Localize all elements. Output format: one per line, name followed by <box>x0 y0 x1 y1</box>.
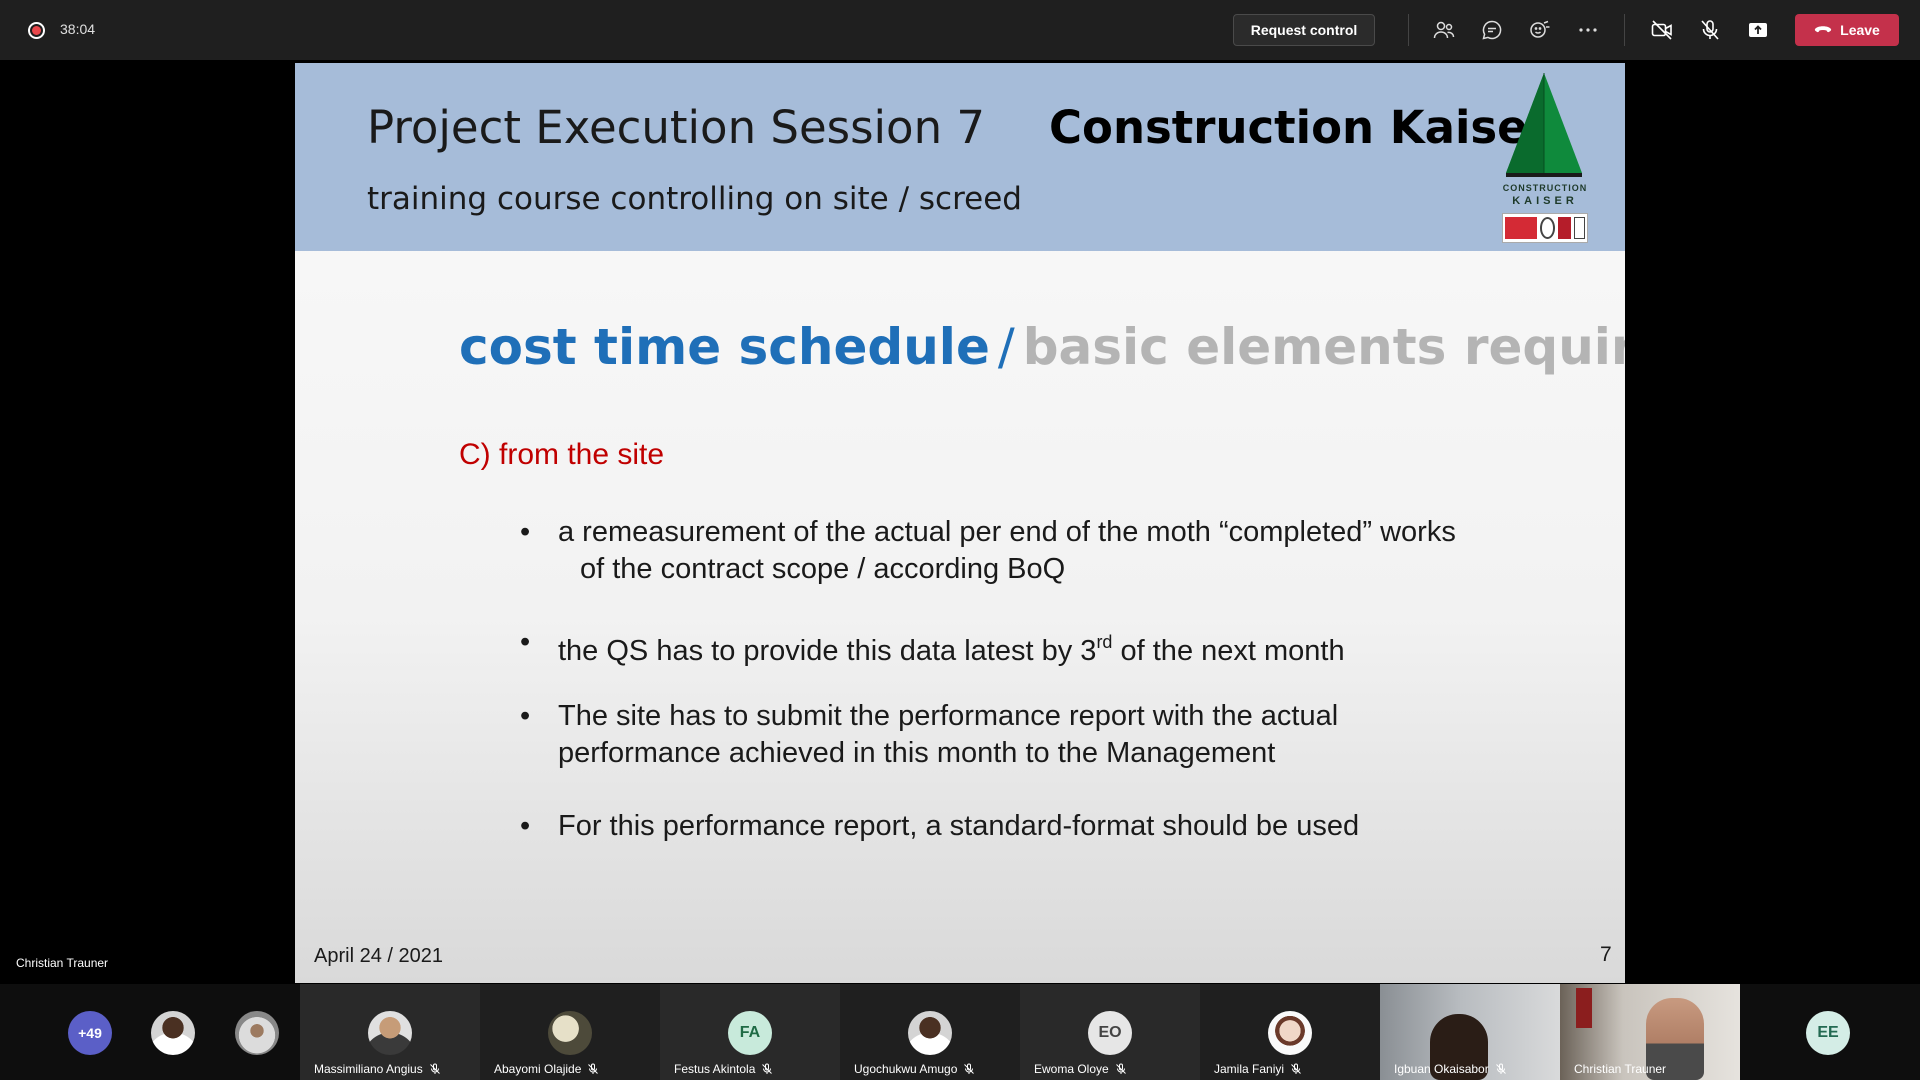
slide-heading: cost time schedule / basic elements requir… <box>459 318 1625 376</box>
presenter-name-label: Christian Trauner <box>16 956 109 970</box>
mic-muted-icon <box>1291 1063 1301 1074</box>
bullet-text: For this performance report, a standard-… <box>558 810 1360 842</box>
participant-tile[interactable]: Ugochukwu Amugo <box>840 984 1020 1080</box>
bullet-text: The site has to submit the performance r… <box>558 700 1339 732</box>
participant-name: Ewoma Oloye <box>1034 1062 1109 1076</box>
avatar-initials[interactable]: EE <box>1806 1011 1850 1055</box>
avatar[interactable] <box>235 1011 279 1055</box>
participant-tile[interactable]: FA Festus Akintola <box>660 984 840 1080</box>
mic-muted-icon <box>964 1063 975 1074</box>
toolbar-divider <box>1408 14 1409 46</box>
chat-icon[interactable] <box>1478 16 1506 44</box>
avatar-initials: FA <box>728 1011 772 1055</box>
participants-icon[interactable] <box>1430 16 1458 44</box>
section-label: C) from the site <box>459 438 665 471</box>
presentation-slide: Project Execution Session 7 Construction… <box>295 63 1625 983</box>
bullet-marker: • <box>520 810 531 842</box>
camera-off-icon[interactable] <box>1648 16 1676 44</box>
video-background-object <box>1576 988 1592 1028</box>
participant-tile[interactable]: EO Ewoma Oloye <box>1020 984 1200 1080</box>
heading-separator: / <box>997 318 1015 376</box>
bullet-text: the QS has to provide this data latest b… <box>558 632 1345 667</box>
participant-video-tile[interactable]: Christian Trauner <box>1560 984 1740 1080</box>
certification-badges <box>1502 213 1588 243</box>
logo-text-kaiser: KAISER <box>1512 195 1578 207</box>
participant-name: Jamila Faniyi <box>1214 1062 1285 1076</box>
overflow-participants-button[interactable]: +49 <box>68 1011 112 1055</box>
company-logo: CONSTRUCTION KAISER <box>1500 71 1590 246</box>
bullet-marker: • <box>520 626 531 658</box>
bullet-marker: • <box>520 700 531 732</box>
mic-muted-icon <box>429 1063 440 1074</box>
shared-content-stage: Project Execution Session 7 Construction… <box>0 60 1920 984</box>
toolbar-divider <box>1624 14 1625 46</box>
heading-main: cost time schedule <box>459 318 990 376</box>
meeting-timer: 38:04 <box>60 21 96 37</box>
participant-name: Festus Akintola <box>674 1062 756 1076</box>
session-title: Project Execution Session 7 <box>367 101 986 154</box>
participant-tile[interactable]: Abayomi Olajide <box>480 984 660 1080</box>
avatar-initials: EO <box>1088 1011 1132 1055</box>
company-name: Construction Kaiser <box>1049 101 1550 154</box>
slide-page-number: 7 <box>1600 943 1612 966</box>
tree-logo-icon <box>1506 73 1582 177</box>
participant-tile[interactable]: Jamila Faniyi <box>1200 984 1380 1080</box>
logo-text-construction: CONSTRUCTION <box>1502 183 1588 193</box>
avatar <box>1268 1011 1312 1055</box>
slide-date: April 24 / 2021 <box>314 945 443 967</box>
avatar <box>368 1011 412 1055</box>
bullet-text-cont: of the contract scope / according BoQ <box>580 553 1066 585</box>
recording-icon <box>28 22 45 39</box>
participant-name: Massimiliano Angius <box>314 1062 423 1076</box>
heading-secondary: basic elements required <box>1022 318 1625 376</box>
mic-muted-icon <box>762 1063 773 1074</box>
bullet-text-cont: performance achieved in this month to th… <box>558 737 1276 769</box>
meeting-toolbar: 38:04 Request control Leave <box>0 0 1920 60</box>
participant-name: Ugochukwu Amugo <box>854 1062 958 1076</box>
mic-muted-icon <box>1115 1063 1126 1074</box>
session-subtitle: training course controlling on site / sc… <box>367 181 1022 217</box>
participant-name: Christian Trauner <box>1574 1062 1667 1076</box>
mic-muted-icon <box>588 1063 599 1074</box>
avatar <box>908 1011 952 1055</box>
avatar <box>548 1011 592 1055</box>
mic-muted-icon <box>1495 1063 1506 1074</box>
more-options-icon[interactable] <box>1574 16 1602 44</box>
share-screen-icon[interactable] <box>1744 16 1772 44</box>
participant-video-tile[interactable]: Igbuan Okaisabor <box>1380 984 1560 1080</box>
bullet-marker: • <box>520 516 531 548</box>
participant-name: Igbuan Okaisabor <box>1394 1062 1489 1076</box>
reactions-icon[interactable] <box>1526 16 1554 44</box>
leave-button[interactable]: Leave <box>1795 14 1899 46</box>
avatar[interactable] <box>151 1011 195 1055</box>
participant-tile[interactable]: Massimiliano Angius <box>300 984 480 1080</box>
participant-name: Abayomi Olajide <box>494 1062 582 1076</box>
participant-strip: +49 Massimiliano Angius Abayomi Olajide … <box>0 984 1920 1080</box>
mic-off-icon[interactable] <box>1696 16 1724 44</box>
phone-hangup-icon <box>1815 26 1832 33</box>
slide-header: Project Execution Session 7 Construction… <box>295 63 1625 251</box>
leave-label: Leave <box>1840 22 1880 38</box>
bullet-text: a remeasurement of the actual per end of… <box>558 516 1456 548</box>
request-control-button[interactable]: Request control <box>1233 14 1375 46</box>
